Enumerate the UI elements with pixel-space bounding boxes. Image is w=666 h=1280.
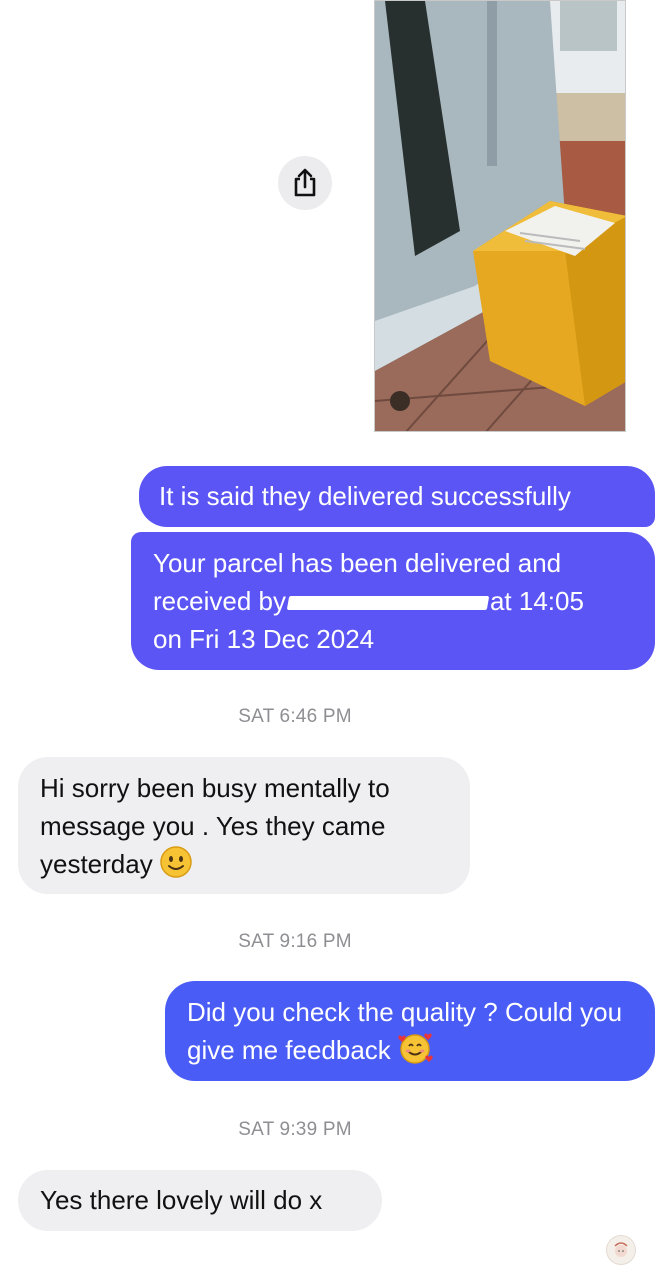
timestamp: SAT 9:16 PM (238, 931, 352, 952)
incoming-message[interactable]: Yes there lovely will do x (18, 1170, 382, 1231)
parcel-photo (375, 1, 625, 431)
photo-attachment[interactable] (374, 0, 626, 432)
message-text: on Fri 13 Dec 2024 (153, 624, 375, 654)
outgoing-message[interactable]: It is said they delivered successfully (139, 466, 655, 527)
outgoing-message[interactable]: Did you check the quality ? Could you gi… (165, 981, 655, 1081)
smiling-face-with-hearts-icon (397, 1031, 433, 1075)
redaction-mark (286, 596, 490, 611)
share-icon (294, 168, 316, 197)
outgoing-message[interactable]: Your parcel has been delivered and recei… (131, 532, 655, 670)
message-text: Hi sorry been busy mentally to message y… (40, 773, 390, 879)
share-button[interactable] (278, 156, 332, 210)
message-text: Yes there lovely will do x (40, 1185, 323, 1215)
timestamp: SAT 6:46 PM (238, 706, 352, 727)
avatar (606, 1235, 636, 1265)
incoming-message[interactable]: Hi sorry been busy mentally to message y… (18, 757, 470, 894)
timestamp: SAT 9:39 PM (238, 1119, 352, 1140)
slightly-smiling-face-icon (159, 845, 193, 889)
message-text: at 14:05 (489, 586, 584, 616)
message-text: It is said they delivered successfully (159, 481, 571, 511)
